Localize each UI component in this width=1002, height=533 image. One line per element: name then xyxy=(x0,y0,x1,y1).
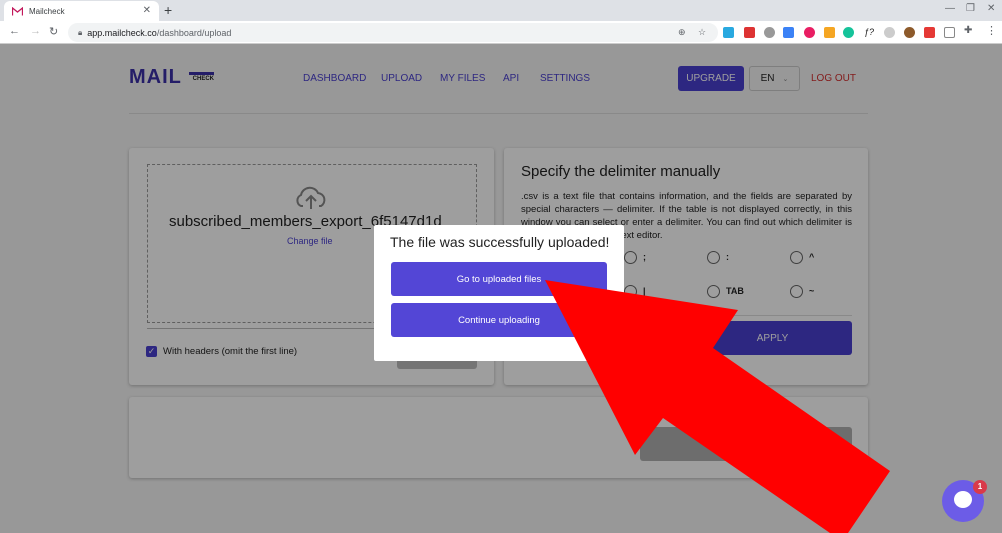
address-bar[interactable]: 🔒︎ app.mailcheck.co/dashboard/upload ⊕ ☆ xyxy=(68,23,718,42)
extension-icon-5[interactable] xyxy=(804,27,815,38)
extension-icon-9[interactable] xyxy=(884,27,895,38)
extension-icon-1[interactable] xyxy=(723,27,734,38)
cookie-extension-icon[interactable] xyxy=(904,27,915,38)
chat-notification-badge: 1 xyxy=(973,480,987,494)
menu-dots-icon[interactable]: ⋮ xyxy=(986,24,997,37)
browser-tab-bar: Mailcheck ✕ + — ❐ ✕ xyxy=(0,0,1002,21)
minimize-icon[interactable]: — xyxy=(945,3,955,14)
extension-icon-4[interactable] xyxy=(783,27,794,38)
chat-bubble-icon xyxy=(954,491,972,508)
extension-icon-12[interactable] xyxy=(944,27,955,38)
back-icon[interactable]: ← xyxy=(9,25,20,37)
lock-icon: 🔒︎ xyxy=(78,27,83,37)
grammarly-extension-icon[interactable] xyxy=(843,27,854,38)
continue-uploading-button[interactable]: Continue uploading xyxy=(391,303,607,337)
modal-title: The file was successfully uploaded! xyxy=(390,234,610,250)
url-host: app.mailcheck.co xyxy=(87,27,157,38)
reload-icon[interactable]: ↻ xyxy=(49,25,58,38)
extension-icon-6[interactable] xyxy=(824,27,835,38)
browser-tab[interactable]: Mailcheck ✕ xyxy=(4,1,159,21)
url-path: /dashboard/upload xyxy=(156,27,232,38)
new-tab-icon[interactable]: + xyxy=(164,2,172,18)
browser-toolbar: ← → ↻ 🔒︎ app.mailcheck.co/dashboard/uplo… xyxy=(0,21,1002,44)
close-window-icon[interactable]: ✕ xyxy=(987,3,995,14)
restore-icon[interactable]: ❐ xyxy=(966,3,975,14)
extension-icon-2[interactable] xyxy=(744,27,755,38)
extension-icon-11[interactable] xyxy=(924,27,935,38)
zoom-icon[interactable]: ⊕ xyxy=(678,27,686,38)
tab-title: Mailcheck xyxy=(29,6,65,16)
go-to-uploaded-files-button[interactable]: Go to uploaded files xyxy=(391,262,607,296)
mailcheck-favicon xyxy=(11,6,24,16)
bookmark-star-icon[interactable]: ☆ xyxy=(698,27,706,38)
wordpress-extension-icon[interactable] xyxy=(764,27,775,38)
formula-extension-icon[interactable]: ƒ? xyxy=(864,27,875,38)
extensions-puzzle-icon[interactable]: ✚ xyxy=(964,25,975,36)
forward-icon[interactable]: → xyxy=(30,25,41,37)
close-tab-icon[interactable]: ✕ xyxy=(143,5,151,16)
